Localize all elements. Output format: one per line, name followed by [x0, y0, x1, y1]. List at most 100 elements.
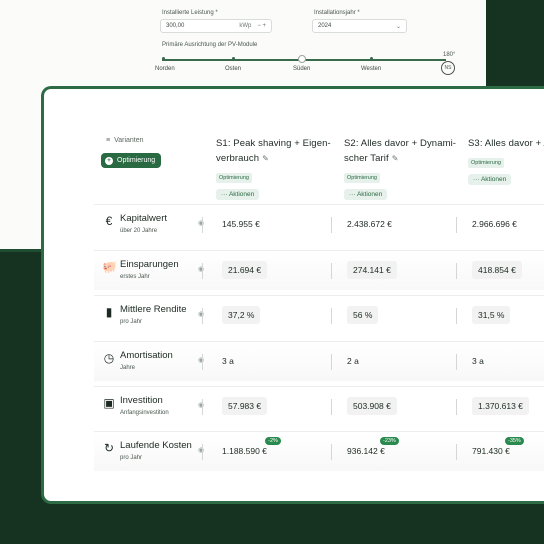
- power-field[interactable]: 300,00 kWp − +: [160, 19, 272, 33]
- year-select[interactable]: 2024 ⌄: [312, 19, 407, 33]
- column-divider: [202, 444, 203, 460]
- direction-west: Westen: [361, 66, 382, 72]
- metric-subtitle: pro Jahr: [120, 455, 143, 461]
- metric-value: 1.370.613 €: [472, 397, 529, 415]
- actions-button[interactable]: ··· Aktionen: [216, 189, 260, 200]
- column-divider: [202, 354, 203, 370]
- metric-subtitle: Anfangsinvestition: [120, 410, 169, 416]
- metric-subtitle: über 20 Jahre: [120, 228, 158, 234]
- metric-value: 791.430 € -35%: [472, 437, 524, 460]
- column-divider: [456, 444, 457, 460]
- column-divider: [331, 444, 332, 460]
- metric-row: ◷AmortisationJahre◉3 a2 a3 a: [94, 341, 544, 381]
- edit-icon[interactable]: ✎: [392, 154, 399, 163]
- power-unit: kWp: [239, 23, 252, 29]
- plus-icon: +: [105, 156, 113, 165]
- scenario-header-s3[interactable]: S3: Alles davor + A Optimierung ··· Akti…: [468, 136, 544, 185]
- column-divider: [202, 399, 203, 415]
- slider-tick: [232, 57, 235, 60]
- metric-title: Investition: [120, 395, 163, 406]
- change-badge: -2%: [265, 437, 281, 445]
- banknote-icon: ▣: [103, 396, 115, 410]
- refresh-icon: ↻: [103, 441, 115, 455]
- column-divider: [456, 399, 457, 415]
- metric-title: Laufende Kosten: [120, 440, 192, 451]
- year-value: 2024: [318, 23, 332, 29]
- metric-title: Einsparungen: [120, 259, 179, 270]
- metric-value: 2.966.696 €: [472, 219, 517, 229]
- column-divider: [331, 263, 332, 279]
- optimize-button[interactable]: + Optimierung: [101, 153, 162, 168]
- compass-icon: NS: [441, 61, 455, 75]
- variants-header: ≡ Varianten: [106, 137, 144, 144]
- scenario-header-s1[interactable]: S1: Peak shaving + Eigen- verbrauch ✎ Opt…: [216, 136, 336, 200]
- scenario-title-l2: verbrauch: [216, 153, 260, 164]
- variants-label: Varianten: [114, 137, 144, 144]
- direction-north: Norden: [155, 66, 175, 72]
- scenario-title-cont: scher Tarif ✎: [344, 151, 464, 166]
- metric-value: 2.438.672 €: [347, 219, 392, 229]
- scenario-title: S1: Peak shaving + Eigen-: [216, 138, 331, 149]
- slider-handle[interactable]: [298, 55, 306, 63]
- metric-value: 31,5 %: [472, 306, 511, 324]
- optimization-badge: Optimierung: [216, 173, 252, 183]
- metric-value: 21.694 €: [222, 261, 268, 279]
- scenario-comparison-card: ≡ Varianten + Optimierung S1: Peak shavi…: [41, 86, 544, 504]
- metric-title: Mittlere Rendite: [120, 304, 187, 315]
- metric-title: Amortisation: [120, 350, 173, 361]
- scenario-title: S3: Alles davor + A: [468, 138, 544, 149]
- scenario-title-l2: scher Tarif: [344, 153, 389, 164]
- change-badge: -23%: [379, 437, 399, 445]
- metric-value: 37,2 %: [222, 306, 261, 324]
- metric-value: 56 %: [347, 306, 379, 324]
- metric-value: 503.908 €: [347, 397, 397, 415]
- piggy-bank-icon: 🐖: [102, 260, 117, 274]
- column-divider: [202, 217, 203, 233]
- stepper-icon[interactable]: − +: [257, 23, 266, 29]
- column-divider: [331, 399, 332, 415]
- metric-value: 418.854 €: [472, 261, 522, 279]
- column-divider: [331, 354, 332, 370]
- metric-row: ▣InvestitionAnfangsinvestition◉57.983 €5…: [94, 386, 544, 426]
- column-divider: [202, 308, 203, 324]
- metric-row: ↻Laufende Kostenpro Jahr◉1.188.590 €-2%9…: [94, 431, 544, 471]
- actions-button[interactable]: ··· Aktionen: [344, 189, 388, 200]
- metric-row: ▮Mittlere Renditepro Jahr◉37,2 %56 %31,5…: [94, 295, 544, 335]
- metric-value: 3 a: [222, 356, 234, 366]
- chevron-down-icon: ⌄: [395, 23, 401, 30]
- column-divider: [456, 217, 457, 233]
- column-divider: [202, 263, 203, 279]
- metric-row: 🐖Einsparungenerstes Jahr◉21.694 €274.141…: [94, 250, 544, 290]
- slider-tick: [162, 57, 165, 60]
- euro-icon: €: [105, 214, 113, 228]
- direction-east: Osten: [225, 66, 242, 72]
- metric-value: 57.983 €: [222, 397, 268, 415]
- power-value: 300,00: [166, 23, 185, 29]
- metric-subtitle: Jahre: [120, 365, 136, 371]
- column-divider: [331, 308, 332, 324]
- optimization-badge: Optimierung: [468, 158, 504, 168]
- metric-subtitle: pro Jahr: [120, 319, 143, 325]
- slider-value: 180°: [443, 52, 456, 58]
- optimize-label: Optimierung: [117, 157, 156, 164]
- list-icon: ≡: [106, 137, 111, 144]
- metric-value: 1.188.590 € -2%: [222, 437, 281, 460]
- change-badge: -35%: [504, 437, 524, 445]
- bar-chart-icon: ▮: [105, 305, 113, 319]
- optimization-badge: Optimierung: [344, 173, 380, 183]
- metric-value: 3 a: [472, 356, 484, 366]
- column-divider: [456, 263, 457, 279]
- slider-tick: [370, 57, 373, 60]
- orientation-label: Primäre Ausrichtung der PV-Module: [162, 42, 258, 48]
- metric-value: 145.955 €: [222, 219, 260, 229]
- year-label: Installationsjahr *: [314, 10, 360, 16]
- scenario-title-cont: verbrauch ✎: [216, 151, 336, 166]
- metric-row: €Kapitalwertüber 20 Jahre◉145.955 €2.438…: [94, 204, 544, 244]
- metric-value: 2 a: [347, 356, 359, 366]
- metric-value: 936.142 € -23%: [347, 437, 399, 460]
- actions-button[interactable]: ··· Aktionen: [468, 174, 512, 185]
- edit-icon[interactable]: ✎: [262, 154, 269, 163]
- metric-title: Kapitalwert: [120, 213, 167, 224]
- scenario-header-s2[interactable]: S2: Alles davor + Dynami- scher Tarif ✎ O…: [344, 136, 464, 200]
- direction-south: Süden: [293, 66, 311, 72]
